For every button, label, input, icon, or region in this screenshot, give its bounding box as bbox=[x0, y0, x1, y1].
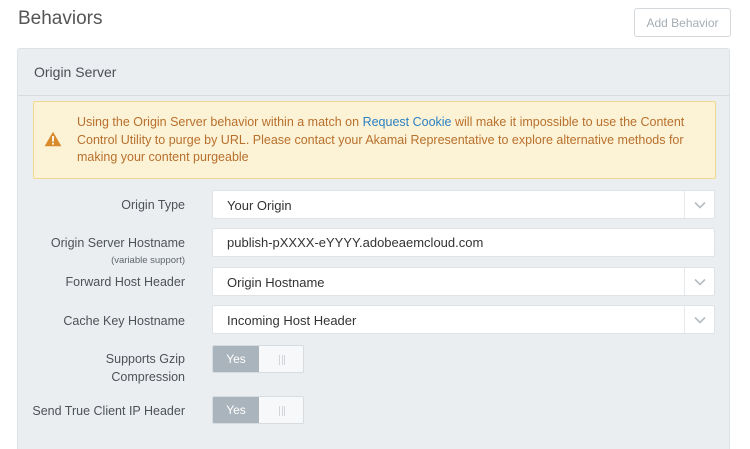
warning-triangle-icon bbox=[44, 131, 62, 147]
true-client-ip-toggle[interactable]: Yes bbox=[212, 396, 304, 424]
warning-text-before: Using the Origin Server behavior within … bbox=[77, 115, 363, 129]
forward-host-header-select[interactable]: Origin Hostname bbox=[212, 267, 715, 296]
panel-title: Origin Server bbox=[18, 49, 729, 96]
origin-hostname-label: Origin Server Hostname bbox=[50, 236, 185, 250]
cache-key-hostname-select[interactable]: Incoming Host Header bbox=[212, 305, 715, 334]
true-client-ip-toggle-yes: Yes bbox=[213, 397, 259, 423]
warning-banner: Using the Origin Server behavior within … bbox=[33, 101, 716, 179]
toggle-grip-icon bbox=[279, 355, 285, 365]
origin-type-select[interactable]: Your Origin bbox=[212, 190, 715, 219]
page-title: Behaviors bbox=[18, 8, 103, 29]
chevron-down-icon bbox=[694, 278, 706, 286]
origin-type-label: Origin Type bbox=[121, 198, 185, 212]
select-divider bbox=[684, 306, 685, 333]
select-divider bbox=[684, 191, 685, 218]
gzip-label-line1: Supports Gzip bbox=[105, 352, 185, 366]
add-behavior-button[interactable]: Add Behavior bbox=[634, 8, 731, 37]
true-client-ip-label: Send True Client IP Header bbox=[32, 404, 185, 418]
chevron-down-icon bbox=[694, 316, 706, 324]
origin-hostname-sublabel: (variable support) bbox=[111, 255, 185, 266]
origin-type-value: Your Origin bbox=[227, 198, 292, 213]
toggle-grip-icon bbox=[279, 406, 285, 416]
request-cookie-link[interactable]: Request Cookie bbox=[363, 115, 452, 129]
gzip-toggle-yes: Yes bbox=[213, 346, 259, 372]
chevron-down-icon bbox=[694, 201, 706, 209]
forward-host-header-value: Origin Hostname bbox=[227, 275, 325, 290]
gzip-label-line2: Compression bbox=[111, 370, 185, 384]
origin-hostname-input[interactable] bbox=[212, 228, 715, 257]
origin-server-panel: Origin Server Using the Origin Server be… bbox=[17, 48, 730, 449]
select-divider bbox=[684, 268, 685, 295]
warning-message: Using the Origin Server behavior within … bbox=[77, 114, 701, 167]
cache-key-hostname-value: Incoming Host Header bbox=[227, 313, 357, 328]
cache-key-hostname-label: Cache Key Hostname bbox=[63, 314, 185, 328]
gzip-toggle[interactable]: Yes bbox=[212, 345, 304, 373]
forward-host-header-label: Forward Host Header bbox=[65, 275, 186, 289]
